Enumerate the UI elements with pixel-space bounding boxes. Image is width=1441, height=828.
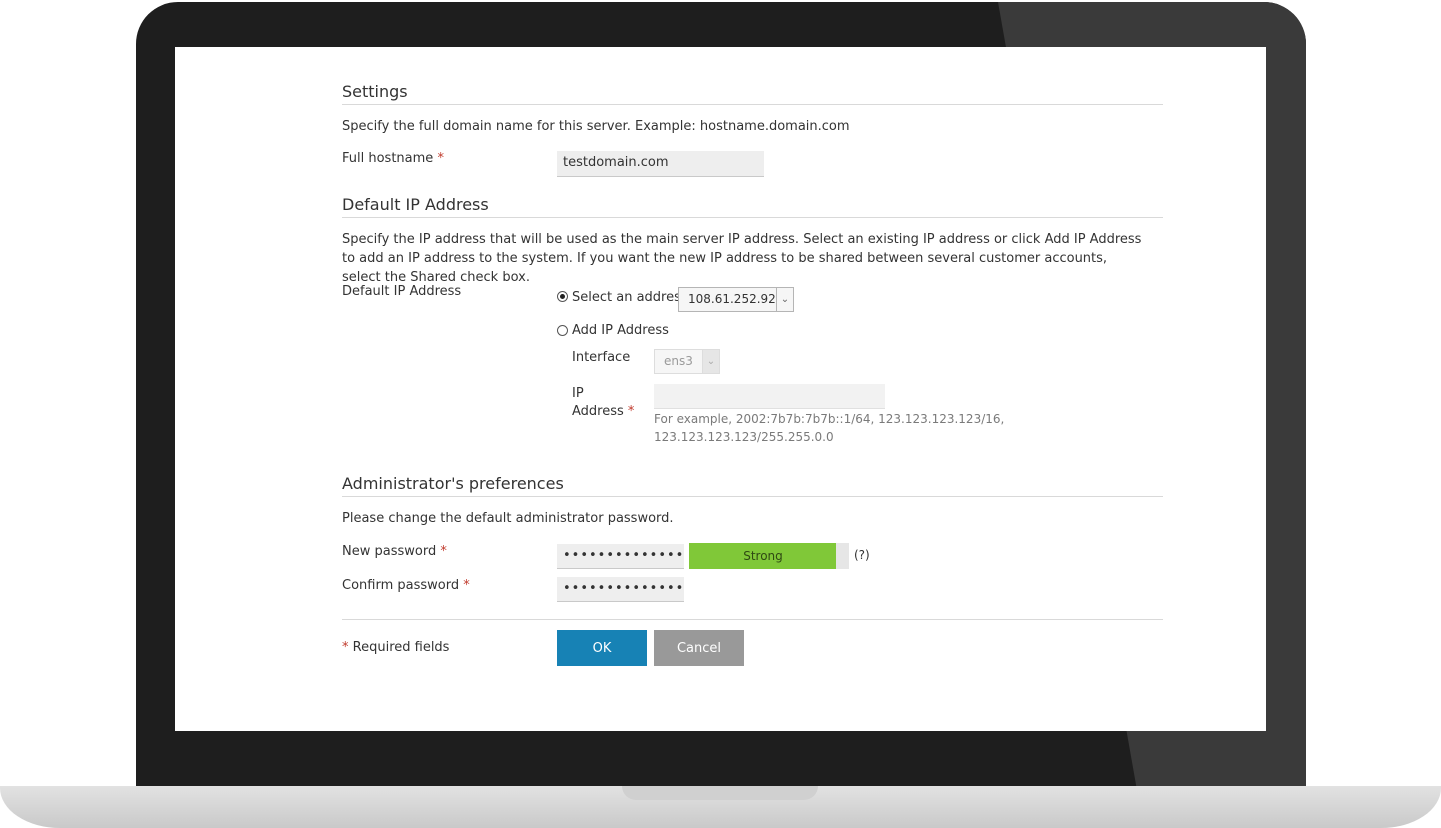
laptop-notch bbox=[622, 786, 818, 800]
required-marker: * bbox=[437, 151, 444, 166]
select-address-radio[interactable] bbox=[557, 291, 568, 302]
ip-heading: Default IP Address bbox=[342, 195, 489, 214]
select-address-label[interactable]: Select an address bbox=[572, 290, 688, 305]
ip-hint-line2: 123.123.123.123/255.255.0.0 bbox=[654, 430, 834, 444]
ip-hint-line1: For example, 2002:7b7b:7b7b::1/64, 123.1… bbox=[654, 412, 1005, 426]
ip-field-label: IP Address * bbox=[572, 385, 634, 421]
new-password-label-text: New password bbox=[342, 544, 437, 559]
ip-address-select-value: 108.61.252.92 bbox=[688, 292, 776, 306]
ip-hint: For example, 2002:7b7b:7b7b::1/64, 123.1… bbox=[654, 410, 1004, 446]
new-password-label: New password * bbox=[342, 544, 447, 559]
screen: Settings Specify the full domain name fo… bbox=[175, 47, 1266, 731]
ip-field-label-line2: Address bbox=[572, 404, 624, 419]
required-marker: * bbox=[440, 544, 447, 559]
required-fields-note: * Required fields bbox=[342, 640, 449, 655]
laptop-base bbox=[0, 786, 1441, 828]
footer-divider bbox=[342, 619, 1163, 620]
required-marker: * bbox=[627, 404, 635, 419]
settings-heading: Settings bbox=[342, 82, 408, 101]
ip-divider bbox=[342, 217, 1163, 218]
interface-select[interactable]: ens3 ⌄ bbox=[654, 349, 720, 374]
hostname-label: Full hostname * bbox=[342, 151, 444, 166]
chevron-down-icon: ⌄ bbox=[776, 288, 793, 311]
required-fields-text: Required fields bbox=[352, 640, 450, 655]
ip-field-label-line1: IP bbox=[572, 386, 584, 401]
add-ip-radio[interactable] bbox=[557, 325, 568, 336]
ip-description: Specify the IP address that will be used… bbox=[342, 232, 1142, 285]
confirm-password-input[interactable]: •••••••••••••• bbox=[557, 577, 684, 602]
password-help-link[interactable]: (?) bbox=[854, 548, 870, 562]
confirm-password-label: Confirm password * bbox=[342, 578, 470, 593]
admin-heading: Administrator's preferences bbox=[342, 474, 564, 493]
interface-select-value: ens3 bbox=[664, 354, 693, 368]
admin-divider bbox=[342, 496, 1163, 497]
interface-label: Interface bbox=[572, 350, 631, 365]
default-ip-label: Default IP Address bbox=[342, 284, 462, 299]
ip-address-input[interactable] bbox=[654, 384, 885, 409]
chevron-down-icon: ⌄ bbox=[702, 350, 719, 373]
ip-address-select[interactable]: 108.61.252.92 ⌄ bbox=[678, 287, 794, 312]
hostname-input[interactable]: testdomain.com bbox=[557, 151, 764, 177]
hostname-label-text: Full hostname bbox=[342, 151, 434, 166]
password-strength-label: Strong bbox=[743, 549, 783, 563]
settings-divider bbox=[342, 104, 1163, 105]
new-password-input[interactable]: •••••••••••••• bbox=[557, 544, 684, 569]
required-marker: * bbox=[463, 578, 470, 593]
confirm-password-label-text: Confirm password bbox=[342, 578, 460, 593]
cancel-button[interactable]: Cancel bbox=[654, 630, 744, 666]
admin-description: Please change the default administrator … bbox=[342, 511, 674, 526]
ok-button[interactable]: OK bbox=[557, 630, 647, 666]
required-marker: * bbox=[342, 640, 349, 655]
settings-description: Specify the full domain name for this se… bbox=[342, 119, 850, 134]
add-ip-label[interactable]: Add IP Address bbox=[572, 323, 669, 338]
password-strength-meter: Strong bbox=[689, 543, 849, 569]
